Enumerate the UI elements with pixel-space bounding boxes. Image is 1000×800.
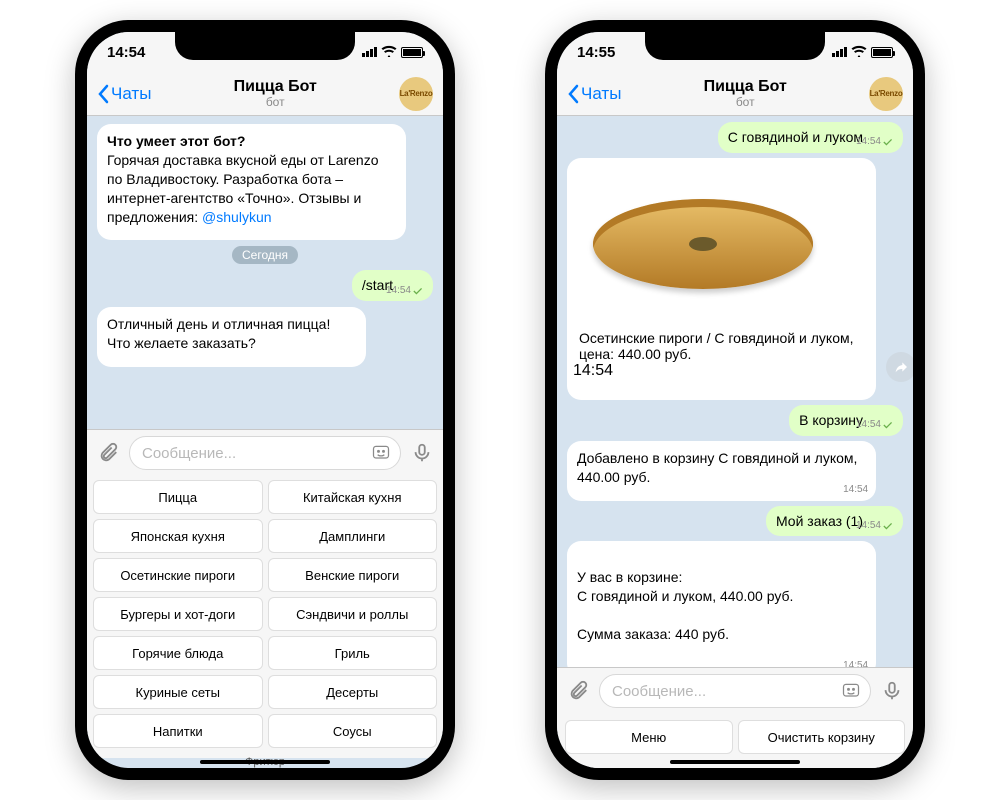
notch bbox=[175, 32, 355, 60]
battery-icon bbox=[871, 47, 893, 58]
phone-right: 14:55 Чаты Пицца Бот бот La'Renzo С bbox=[545, 20, 925, 780]
product-image bbox=[573, 164, 833, 324]
check-icon bbox=[883, 522, 895, 530]
mic-icon[interactable] bbox=[409, 440, 435, 466]
chat-area[interactable]: Что умеет этот бот? Горячая доставка вку… bbox=[87, 116, 443, 429]
greeting-bubble: Отличный день и отличная пицца! Что жела… bbox=[97, 307, 366, 367]
avatar[interactable]: La'Renzo bbox=[399, 77, 433, 111]
keyboard-button[interactable]: Пицца bbox=[93, 480, 263, 514]
bot-info-heading: Что умеет этот бот? bbox=[107, 133, 245, 149]
screen: 14:54 Чаты Пицца Бот бот La'Renzo Ч bbox=[87, 32, 443, 768]
date-separator: Сегодня bbox=[232, 246, 298, 264]
message-input[interactable]: Сообщение... bbox=[599, 674, 871, 708]
product-card[interactable]: Осетинские пироги / С говядиной и луком,… bbox=[567, 158, 876, 400]
cellular-signal-icon bbox=[832, 47, 847, 57]
title-wrap[interactable]: Пицца Бот бот bbox=[704, 78, 787, 109]
status-indicators bbox=[362, 45, 423, 60]
input-bar: Сообщение... bbox=[87, 429, 443, 476]
title-wrap[interactable]: Пицца Бот бот bbox=[234, 78, 317, 109]
nav-bar: Чаты Пицца Бот бот La'Renzo bbox=[87, 72, 443, 116]
keyboard-button[interactable]: Осетинские пироги bbox=[93, 558, 263, 592]
keyboard-button[interactable]: Соусы bbox=[268, 714, 438, 748]
check-icon bbox=[883, 138, 895, 146]
cellular-signal-icon bbox=[362, 47, 377, 57]
keyboard-button[interactable]: Куриные сеты bbox=[93, 675, 263, 709]
wifi-icon bbox=[381, 45, 397, 60]
keyboard-button[interactable]: Бургеры и хот-доги bbox=[93, 597, 263, 631]
notch bbox=[645, 32, 825, 60]
screen: 14:55 Чаты Пицца Бот бот La'Renzo С bbox=[557, 32, 913, 768]
back-label: Чаты bbox=[581, 84, 621, 104]
phone-left: 14:54 Чаты Пицца Бот бот La'Renzo Ч bbox=[75, 20, 455, 780]
keyboard-button[interactable]: Венские пироги bbox=[268, 558, 438, 592]
chevron-left-icon bbox=[567, 84, 579, 104]
out-start-time: 14:54 bbox=[386, 284, 411, 298]
back-button[interactable]: Чаты bbox=[567, 84, 621, 104]
status-time: 14:54 bbox=[107, 44, 145, 61]
input-bar: Сообщение... bbox=[557, 667, 913, 714]
check-icon bbox=[413, 287, 425, 295]
check-icon bbox=[883, 421, 895, 429]
keyboard-button[interactable]: Гриль bbox=[268, 636, 438, 670]
wifi-icon bbox=[851, 45, 867, 60]
chat-area[interactable]: С говядиной и луком 14:54 Осетинские пир… bbox=[557, 116, 913, 667]
add-cart-out: В корзину 14:54 bbox=[789, 405, 903, 436]
status-time: 14:55 bbox=[577, 44, 615, 61]
keyboard-button[interactable]: Напитки bbox=[93, 714, 263, 748]
keyboard-button[interactable]: Дамплинги bbox=[268, 519, 438, 553]
keyboard-button[interactable]: Китайская кухня bbox=[268, 480, 438, 514]
attach-icon[interactable] bbox=[95, 440, 121, 466]
avatar[interactable]: La'Renzo bbox=[869, 77, 903, 111]
greeting-text: Отличный день и отличная пицца! Что жела… bbox=[107, 316, 330, 351]
sticker-icon[interactable] bbox=[368, 440, 394, 466]
reply-keyboard: ПиццаКитайская кухняЯпонская кухняДампли… bbox=[87, 476, 443, 758]
bot-info-link[interactable]: @shulykun bbox=[202, 209, 271, 225]
keyboard-button[interactable]: Десерты bbox=[268, 675, 438, 709]
keyboard-button[interactable]: Меню bbox=[565, 720, 733, 754]
keyboard-button[interactable]: Японская кухня bbox=[93, 519, 263, 553]
chevron-left-icon bbox=[97, 84, 109, 104]
added-bubble: Добавлено в корзину С говядиной и луком,… bbox=[567, 441, 876, 501]
nav-bar: Чаты Пицца Бот бот La'Renzo bbox=[557, 72, 913, 116]
chat-subtitle: бот bbox=[704, 96, 787, 109]
chat-subtitle: бот bbox=[234, 96, 317, 109]
home-indicator[interactable] bbox=[670, 760, 800, 764]
chat-title: Пицца Бот bbox=[704, 78, 787, 96]
keyboard-button[interactable]: Сэндвичи и роллы bbox=[268, 597, 438, 631]
prev-out: С говядиной и луком 14:54 bbox=[718, 122, 903, 153]
message-input[interactable]: Сообщение... bbox=[129, 436, 401, 470]
battery-icon bbox=[401, 47, 423, 58]
out-start: /start 14:54 bbox=[352, 270, 433, 301]
product-caption: Осетинские пироги / С говядиной и луком,… bbox=[573, 324, 870, 362]
back-label: Чаты bbox=[111, 84, 151, 104]
share-button[interactable] bbox=[886, 352, 913, 382]
input-placeholder: Сообщение... bbox=[142, 445, 236, 462]
attach-icon[interactable] bbox=[565, 678, 591, 704]
bot-info-bubble: Что умеет этот бот? Горячая доставка вку… bbox=[97, 124, 406, 240]
keyboard-button[interactable]: Очистить корзину bbox=[738, 720, 906, 754]
status-indicators bbox=[832, 45, 893, 60]
mic-icon[interactable] bbox=[879, 678, 905, 704]
home-indicator[interactable] bbox=[200, 760, 330, 764]
my-order-out: Мой заказ (1) 14:54 bbox=[766, 506, 903, 537]
back-button[interactable]: Чаты bbox=[97, 84, 151, 104]
keyboard-button[interactable]: Горячие блюда bbox=[93, 636, 263, 670]
prev-out-text: С говядиной и луком bbox=[728, 129, 863, 145]
chat-title: Пицца Бот bbox=[234, 78, 317, 96]
cart-bubble: У вас в корзине: С говядиной и луком, 44… bbox=[567, 541, 876, 667]
sticker-icon[interactable] bbox=[838, 678, 864, 704]
input-placeholder: Сообщение... bbox=[612, 683, 706, 700]
